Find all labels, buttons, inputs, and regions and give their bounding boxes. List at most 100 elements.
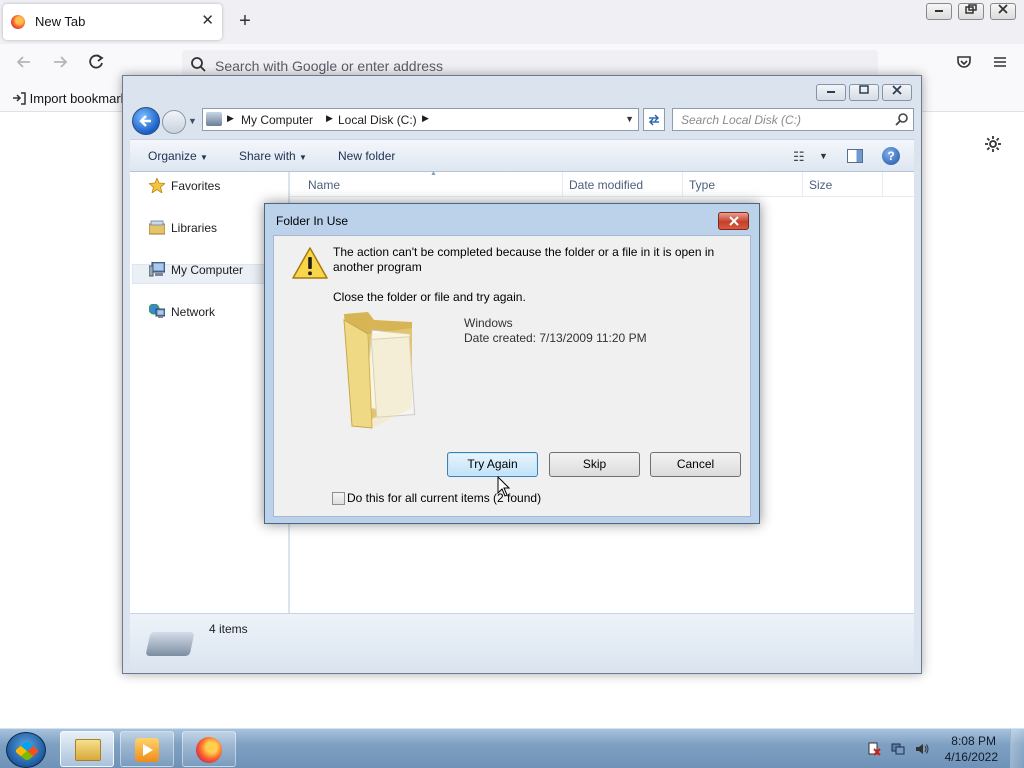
recent-pages-dropdown-icon[interactable]: ▼ [188, 116, 197, 126]
folder-in-use-dialog: Folder In Use The action can't be comple… [264, 203, 760, 524]
reload-icon [89, 54, 104, 69]
newtab-settings-button[interactable] [983, 134, 1003, 157]
windows-logo-icon [14, 740, 40, 762]
address-bar[interactable]: ▶ My Computer ▶ Local Disk (C:) ▶ ▼ [202, 108, 639, 131]
taskbar-explorer-button[interactable] [60, 731, 114, 767]
item-count: 4 items [209, 622, 248, 636]
breadcrumb-separator-icon[interactable]: ▶ [326, 113, 333, 124]
explorer-forward-button[interactable] [162, 110, 186, 134]
column-header-date-modified[interactable]: Date modified [569, 178, 643, 192]
new-tab-button[interactable]: + [232, 8, 258, 34]
arrow-left-icon [16, 56, 30, 68]
explorer-back-button[interactable] [132, 107, 160, 135]
item-name: Windows [464, 316, 513, 330]
breadcrumb-separator-icon[interactable]: ▶ [422, 113, 429, 124]
action-center-icon[interactable] [867, 742, 881, 756]
arrow-right-icon [54, 56, 68, 68]
minimize-icon [935, 10, 943, 12]
help-icon[interactable]: ? [882, 147, 900, 165]
clock-date[interactable]: 4/16/2022 [944, 750, 998, 764]
folder-icon [343, 312, 416, 429]
apply-to-all-label[interactable]: Do this for all current items (2 found) [347, 491, 541, 505]
new-folder-button[interactable]: New folder [338, 149, 395, 163]
column-header-size[interactable]: Size [809, 178, 832, 192]
tab-close-icon[interactable]: ✕ [201, 11, 214, 29]
cancel-button[interactable]: Cancel [650, 452, 741, 477]
share-with-label: Share with [239, 149, 296, 163]
menu-button[interactable] [989, 53, 1011, 75]
dialog-message: The action can't be completed because th… [333, 245, 715, 274]
warning-icon [292, 247, 328, 279]
view-options-dropdown-icon[interactable]: ▼ [819, 151, 828, 161]
forward-button[interactable] [49, 53, 71, 75]
window-close-button[interactable] [990, 3, 1016, 20]
skip-button[interactable]: Skip [549, 452, 640, 477]
column-divider[interactable] [682, 172, 683, 197]
organize-label: Organize [148, 149, 197, 163]
drive-icon [206, 112, 222, 126]
address-dropdown-icon[interactable]: ▼ [625, 114, 634, 124]
volume-icon[interactable] [915, 742, 929, 756]
explorer-search-placeholder: Search Local Disk (C:) [681, 113, 802, 127]
breadcrumb-local-disk[interactable]: Local Disk (C:) [338, 113, 417, 127]
column-divider[interactable] [882, 172, 883, 197]
change-view-icon[interactable]: ☷ [793, 149, 805, 165]
taskbar-media-player-button[interactable] [120, 731, 174, 767]
organize-button[interactable]: Organize ▼ [148, 149, 208, 163]
network-status-icon[interactable] [891, 742, 905, 756]
show-desktop-button[interactable] [1010, 729, 1024, 768]
breadcrumb-separator-icon[interactable]: ▶ [227, 113, 234, 124]
tab-title: New Tab [35, 14, 86, 29]
column-header-type[interactable]: Type [689, 178, 715, 192]
libraries-icon [149, 220, 165, 235]
taskbar-firefox-button[interactable] [182, 731, 236, 767]
reload-button[interactable] [85, 53, 107, 75]
import-bookmarks-label: Import bookmark [29, 91, 128, 106]
import-icon [13, 92, 26, 105]
arrow-left-icon [139, 115, 151, 127]
explorer-minimize-button[interactable] [816, 84, 846, 101]
firefox-icon [196, 737, 222, 763]
refresh-button[interactable] [643, 108, 665, 131]
column-header-name[interactable]: Name [308, 178, 340, 192]
import-bookmarks-link[interactable]: Import bookmark [12, 91, 127, 106]
explorer-maximize-button[interactable] [849, 84, 879, 101]
start-button[interactable] [6, 732, 46, 768]
star-icon [149, 178, 165, 193]
window-minimize-button[interactable] [926, 3, 952, 20]
sort-indicator-icon: ▲ [430, 170, 437, 177]
breadcrumb-my-computer[interactable]: My Computer [241, 113, 313, 127]
back-button[interactable] [13, 53, 35, 75]
refresh-icon [648, 114, 660, 126]
column-headers: ▲ Name Date modified Type Size [290, 170, 914, 197]
taskbar: 8:08 PM 4/16/2022 [0, 728, 1024, 768]
share-with-button[interactable]: Share with ▼ [239, 149, 307, 163]
search-icon [191, 57, 206, 72]
maximize-icon [859, 85, 869, 94]
nav-label-network: Network [171, 305, 216, 319]
tab-new-tab[interactable]: New Tab ✕ [3, 4, 222, 40]
gear-icon [985, 136, 1001, 152]
clock-time[interactable]: 8:08 PM [950, 734, 996, 748]
preview-pane-icon[interactable] [847, 149, 863, 163]
chevron-down-icon: ▼ [200, 153, 208, 162]
nav-label-libraries: Libraries [171, 221, 218, 235]
explorer-search-input[interactable]: Search Local Disk (C:) [672, 108, 914, 131]
pocket-icon [957, 56, 971, 68]
chevron-down-icon: ▼ [299, 153, 307, 162]
folder-icon [75, 739, 101, 761]
column-divider[interactable] [802, 172, 803, 197]
column-divider[interactable] [562, 172, 563, 197]
window-restore-button[interactable] [958, 3, 984, 20]
item-date-created: Date created: 7/13/2009 11:20 PM [464, 331, 647, 345]
close-icon [728, 216, 739, 226]
dialog-close-button[interactable] [718, 212, 749, 230]
dialog-title: Folder In Use [276, 214, 349, 228]
apply-to-all-checkbox[interactable] [332, 492, 345, 505]
try-again-button[interactable]: Try Again [447, 452, 538, 477]
pocket-button[interactable] [953, 53, 975, 75]
command-bar: Organize ▼ Share with ▼ New folder ☷ ▼ ? [130, 139, 914, 172]
dialog-body: The action can't be completed because th… [273, 235, 751, 517]
hard-drive-icon [145, 632, 195, 656]
explorer-close-button[interactable] [882, 84, 912, 101]
